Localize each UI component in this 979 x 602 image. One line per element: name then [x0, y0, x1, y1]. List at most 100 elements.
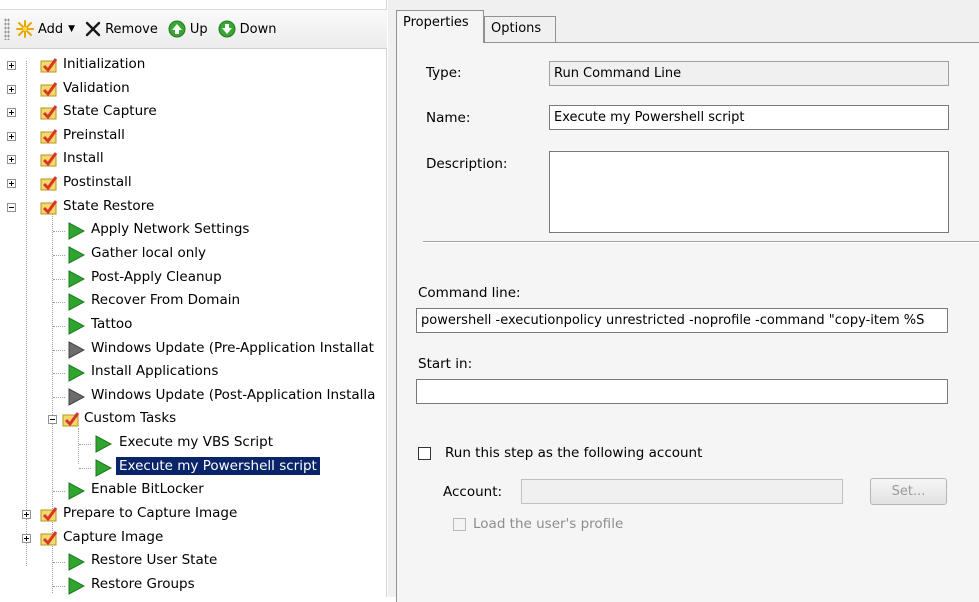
- arrow-up-icon: [168, 20, 186, 38]
- tab-label: Options: [491, 21, 542, 36]
- tree-step-recover-from-domain[interactable]: Recover From Domain: [0, 291, 380, 313]
- tree-node-label: Install: [63, 150, 104, 166]
- tree-step-label: Apply Network Settings: [91, 221, 250, 237]
- collapse-icon[interactable]: [48, 415, 57, 424]
- load-profile-label: Load the user's profile: [473, 516, 624, 532]
- play-green-icon: [68, 364, 85, 382]
- tree-node-custom-tasks[interactable]: Custom Tasks: [0, 409, 380, 431]
- tree-step-restore-groups[interactable]: Restore Groups: [0, 575, 380, 597]
- expand-icon[interactable]: [7, 85, 16, 94]
- check-folder-icon: [62, 412, 80, 427]
- expand-icon[interactable]: [22, 534, 31, 543]
- arrow-down-icon: [218, 20, 236, 38]
- tree-step-restore-user-state[interactable]: Restore User State: [0, 551, 380, 573]
- set-button-label: Set...: [891, 484, 926, 499]
- tree-node-capture-image[interactable]: Capture Image: [0, 528, 380, 550]
- tree-node-state-restore[interactable]: State Restore: [0, 197, 380, 219]
- tree-node-validation[interactable]: Validation: [0, 79, 380, 101]
- tree-step-label: Execute my VBS Script: [119, 434, 273, 450]
- tree-step-execute-vbs-script[interactable]: Execute my VBS Script: [0, 433, 380, 455]
- expand-icon[interactable]: [7, 61, 16, 70]
- tree-step-windows-update-post[interactable]: Windows Update (Post-Application Install…: [0, 386, 387, 408]
- up-button[interactable]: Up: [168, 17, 208, 41]
- expand-icon[interactable]: [22, 510, 31, 519]
- tree-node-label: Preinstall: [63, 127, 125, 143]
- play-green-icon: [68, 317, 85, 335]
- tree-step-post-apply-cleanup[interactable]: Post-Apply Cleanup: [0, 268, 380, 290]
- expand-icon[interactable]: [7, 108, 16, 117]
- expand-icon[interactable]: [7, 179, 16, 188]
- command-line-label: Command line:: [418, 285, 521, 301]
- tree-node-state-capture[interactable]: State Capture: [0, 102, 380, 124]
- start-in-label: Start in:: [418, 356, 473, 372]
- tree-step-install-applications[interactable]: Install Applications: [0, 362, 380, 384]
- play-green-icon: [68, 270, 85, 288]
- tree-node-preinstall[interactable]: Preinstall: [0, 126, 380, 148]
- check-folder-icon: [40, 152, 58, 167]
- add-button[interactable]: Add ▼: [16, 17, 75, 41]
- check-folder-icon: [40, 129, 58, 144]
- tree-step-label: Gather local only: [91, 245, 207, 261]
- description-field[interactable]: [549, 151, 949, 233]
- check-folder-icon: [40, 531, 58, 546]
- name-label: Name:: [426, 110, 471, 126]
- tab-label: Properties: [403, 15, 469, 30]
- start-in-field[interactable]: [416, 379, 948, 404]
- description-label: Description:: [426, 156, 508, 172]
- tree-step-label: Restore Groups: [91, 576, 195, 592]
- tree-step-apply-network-settings[interactable]: Apply Network Settings: [0, 220, 380, 242]
- command-line-field[interactable]: powershell -executionpolicy unrestricted…: [416, 308, 948, 333]
- tree-node-initialization[interactable]: Initialization: [0, 55, 380, 77]
- play-green-icon: [95, 435, 112, 453]
- expand-icon[interactable]: [7, 155, 16, 164]
- tree-node-label: Capture Image: [63, 529, 164, 545]
- up-label: Up: [189, 21, 208, 37]
- chevron-down-icon[interactable]: ▼: [68, 24, 75, 34]
- tree-node-label: State Restore: [63, 198, 155, 214]
- check-folder-icon: [40, 507, 58, 522]
- tree-step-label: Tattoo: [91, 316, 133, 332]
- play-green-icon: [68, 553, 85, 571]
- down-button[interactable]: Down: [218, 17, 276, 41]
- tree-step-windows-update-pre[interactable]: Windows Update (Pre-Application Installa…: [0, 339, 387, 361]
- play-green-icon: [68, 222, 85, 240]
- play-gray-icon: [68, 341, 85, 359]
- tree-step-label: Restore User State: [91, 552, 218, 568]
- tab-options[interactable]: Options: [484, 16, 556, 42]
- tree-node-prepare-to-capture-image[interactable]: Prepare to Capture Image: [0, 504, 380, 526]
- toolbar-grip[interactable]: [4, 18, 10, 40]
- tree-node-postinstall[interactable]: Postinstall: [0, 173, 380, 195]
- toolbar: Add ▼ Remove Up Down: [0, 9, 387, 49]
- remove-x-icon: [85, 21, 101, 37]
- tree-node-label: Validation: [63, 80, 130, 96]
- tree-node-label: State Capture: [63, 103, 157, 119]
- play-green-icon: [68, 482, 85, 500]
- run-as-account-checkbox[interactable]: [418, 447, 431, 460]
- task-sequence-pane: Add ▼ Remove Up Down Initialization Vali…: [0, 0, 387, 597]
- properties-panel: Type: Run Command Line Name: Execute my …: [396, 42, 979, 602]
- tree-node-label: Custom Tasks: [84, 410, 177, 426]
- type-label: Type:: [426, 65, 462, 81]
- check-folder-icon: [40, 176, 58, 191]
- tree-step-label: Windows Update (Post-Application Install…: [91, 387, 376, 403]
- tree-step-label: Windows Update (Pre-Application Installa…: [91, 340, 374, 356]
- expand-icon[interactable]: [7, 132, 16, 141]
- remove-button[interactable]: Remove: [85, 17, 158, 41]
- collapse-icon[interactable]: [7, 203, 16, 212]
- tab-properties[interactable]: Properties: [396, 10, 484, 43]
- tree-step-label-selected: Execute my Powershell script: [116, 457, 320, 475]
- check-folder-icon: [40, 105, 58, 120]
- check-folder-icon: [40, 82, 58, 97]
- tree-step-enable-bitlocker[interactable]: Enable BitLocker: [0, 480, 380, 502]
- name-field[interactable]: Execute my Powershell script: [549, 105, 949, 130]
- tree-step-gather-local-only[interactable]: Gather local only: [0, 244, 380, 266]
- tree-step-label: Install Applications: [91, 363, 219, 379]
- play-green-icon: [68, 246, 85, 264]
- tree-step-execute-powershell-script[interactable]: Execute my Powershell script: [0, 457, 380, 479]
- add-star-icon: [16, 20, 34, 38]
- check-folder-icon: [40, 200, 58, 215]
- remove-label: Remove: [105, 21, 158, 37]
- set-button: Set...: [870, 478, 947, 505]
- tree-step-tattoo[interactable]: Tattoo: [0, 315, 380, 337]
- tree-node-install[interactable]: Install: [0, 149, 380, 171]
